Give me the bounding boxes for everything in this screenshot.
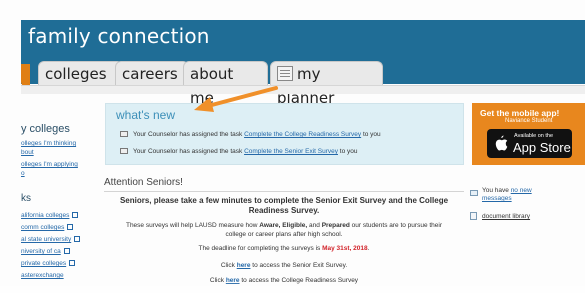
my-colleges-heading: y colleges — [21, 123, 70, 135]
external-link-icon — [72, 212, 79, 218]
senior-message-line1: Seniors, please take a few minutes to co… — [119, 196, 449, 205]
cta-suffix: to access the Senior Exit Survey. — [250, 262, 348, 269]
task-icon — [120, 131, 128, 137]
sidebar-link-label: alifornia colleges — [21, 212, 70, 219]
survey-prefix: These surveys will help LAUSD measure ho… — [125, 222, 260, 229]
external-link-icon — [69, 260, 76, 266]
tab-careers[interactable]: careers — [115, 61, 189, 85]
sidebar-link-label: comm colleges — [21, 224, 65, 231]
external-link-icon — [74, 236, 81, 242]
tab-about-me[interactable]: about me — [183, 61, 268, 107]
page-frame: family connection colleges careers about… — [0, 0, 585, 296]
no-new-messages-link[interactable]: no new — [511, 187, 532, 194]
survey-bold-1: Aware, Eligible, — [259, 222, 308, 229]
tab-colleges[interactable]: colleges — [38, 61, 123, 85]
senior-message: Seniors, please take a few minutes to co… — [104, 196, 464, 216]
tab-subbar — [21, 85, 585, 94]
app-title: family connection — [28, 24, 210, 48]
sidebar-link-private-colleges[interactable]: private colleges — [21, 260, 76, 267]
college-readiness-survey-link[interactable]: Complete the College Readiness Survey — [244, 131, 361, 138]
app-store-badge[interactable]: Available on the App Store — [487, 129, 572, 158]
survey-mid: and — [307, 222, 322, 229]
attention-heading: Attention Seniors! — [104, 177, 183, 188]
heading-divider — [104, 191, 464, 192]
deadline-date: May 31st, 2018 — [322, 245, 368, 252]
app-store-big-text: App Store — [513, 140, 571, 155]
sidebar-link-masterexchange[interactable]: asterexchange — [21, 272, 64, 279]
document-library-link[interactable]: document library — [482, 213, 530, 221]
whats-new-item-prefix: Your Counselor has assigned the task — [133, 131, 245, 138]
mail-icon — [470, 190, 478, 196]
sidebar-link-applying-to-cont[interactable]: o — [21, 170, 25, 177]
cta-prefix: Click — [220, 262, 237, 269]
senior-message-line2: Readiness Survey. — [248, 206, 320, 215]
whats-new-item-suffix: to you — [361, 131, 381, 138]
survey-description: These surveys will help LAUSD measure ho… — [104, 221, 464, 239]
survey-bold-2: Prepared — [321, 222, 350, 229]
sidebar-link-comm-colleges[interactable]: comm colleges — [21, 224, 74, 231]
messages-status: You have no new messages — [482, 187, 532, 203]
task-icon — [120, 148, 128, 154]
ad-subtitle: Naviance Student — [505, 118, 553, 124]
sidebar-link-thinking-about-cont[interactable]: bout — [21, 149, 34, 156]
document-icon — [470, 212, 477, 220]
whats-new-title: what's new — [116, 108, 175, 122]
apple-icon — [495, 135, 508, 151]
sidebar-link-california-colleges[interactable]: alifornia colleges — [21, 212, 79, 219]
deadline-suffix: . — [367, 245, 370, 252]
planner-icon — [277, 66, 293, 81]
whats-new-panel: what's new Your Counselor has assigned t… — [105, 103, 464, 165]
active-tab-accent — [21, 64, 30, 86]
bottom-fade — [0, 282, 585, 296]
senior-exit-survey-cta: Click here to access the Senior Exit Sur… — [104, 262, 464, 269]
whats-new-item-suffix: to you — [338, 148, 358, 155]
whats-new-item: Your Counselor has assigned the task Com… — [120, 131, 381, 138]
sidebar-link-label: private colleges — [21, 260, 67, 267]
senior-exit-survey-here-link[interactable]: here — [237, 262, 251, 269]
mobile-app-ad[interactable]: Get the mobile app! Naviance Student Ava… — [472, 103, 585, 165]
external-link-icon — [67, 224, 74, 230]
ad-headline: Get the mobile app! — [480, 108, 560, 118]
senior-exit-survey-link[interactable]: Complete the Senior Exit Survey — [244, 148, 338, 155]
sidebar-link-label: al state university — [21, 236, 72, 243]
sidebar-link-university-of-ca[interactable]: niversity of ca — [21, 248, 70, 255]
whats-new-item: Your Counselor has assigned the task Com… — [120, 148, 358, 155]
messages-link[interactable]: messages — [482, 195, 512, 202]
app-store-small-text: Available on the — [514, 133, 554, 139]
sidebar-link-label: niversity of ca — [21, 248, 61, 255]
survey-suffix: our students are to pursue their — [349, 222, 443, 229]
deadline-text: The deadline for completing the surveys … — [104, 245, 464, 252]
deadline-prefix: The deadline for completing the surveys … — [198, 245, 323, 252]
survey-description-line1: These surveys will help LAUSD measure ho… — [104, 221, 464, 230]
sidebar-link-cal-state[interactable]: al state university — [21, 236, 81, 243]
messages-prefix: You have — [482, 187, 511, 194]
external-link-icon — [63, 248, 70, 254]
annotation-arrow — [194, 86, 278, 112]
sidebar-link-applying-to[interactable]: olleges I'm applying — [21, 161, 78, 168]
whats-new-item-prefix: Your Counselor has assigned the task — [133, 148, 245, 155]
survey-description-line2: college or career plans after high schoo… — [225, 231, 343, 238]
links-heading: ks — [21, 193, 31, 204]
sidebar-link-thinking-about[interactable]: olleges I'm thinking — [21, 140, 76, 147]
tab-my-planner[interactable]: my planner — [270, 61, 383, 107]
